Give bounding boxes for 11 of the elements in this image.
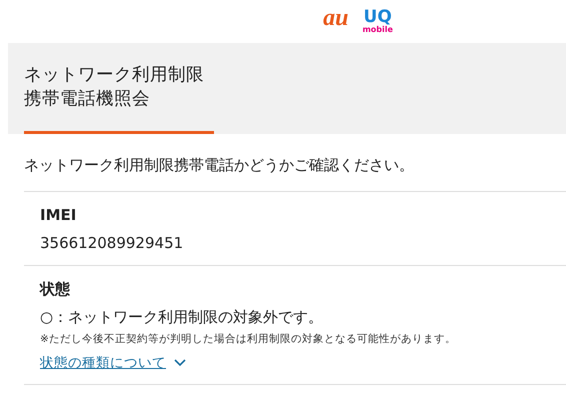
status-note: ※ただし今後不正契約等が判明した場合は利用制限の対象となる可能性があります。 bbox=[40, 332, 457, 346]
page-title: ネットワーク利用制限 携帯電話機照会 bbox=[24, 64, 205, 111]
intro-text: ネットワーク利用制限携帯電話かどうかご確認ください。 bbox=[24, 156, 566, 192]
uq-mobile-logo: UQ mobile bbox=[362, 9, 393, 34]
imei-value: 356612089929451 bbox=[40, 233, 184, 253]
au-logo: au bbox=[323, 5, 348, 32]
imei-label: IMEI bbox=[40, 205, 78, 225]
status-label: 状態 bbox=[40, 279, 71, 299]
status-value: ○：ネットワーク利用制限の対象外です。 bbox=[40, 307, 324, 327]
status-types-link[interactable]: 状態の種類について bbox=[40, 354, 186, 372]
chevron-icon bbox=[174, 359, 186, 367]
